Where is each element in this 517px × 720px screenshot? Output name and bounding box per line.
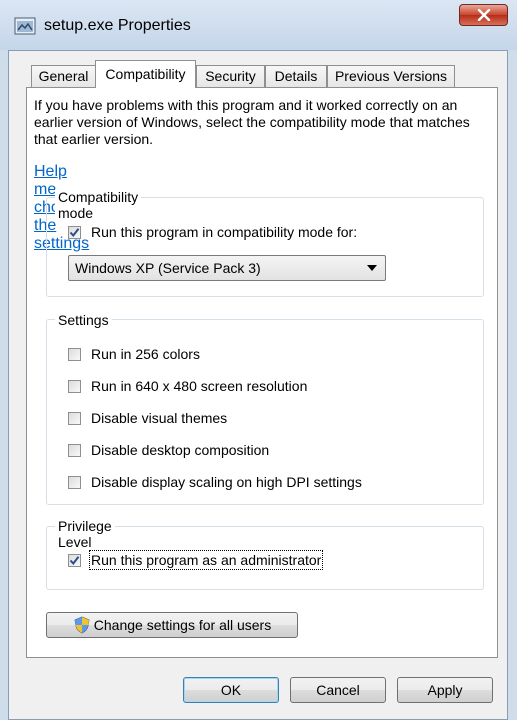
checkmark-icon	[69, 227, 80, 237]
setting-256-colors-checkbox[interactable]	[68, 347, 81, 361]
tab-general[interactable]: General	[31, 65, 96, 87]
setting-640x480-label: Run in 640 x 480 screen resolution	[91, 378, 308, 394]
window-title: setup.exe Properties	[44, 17, 191, 34]
checkmark-icon	[69, 555, 80, 565]
title-bar[interactable]: setup.exe Properties	[0, 0, 517, 50]
close-button[interactable]	[459, 4, 508, 26]
ok-button[interactable]: OK	[183, 677, 279, 703]
compat-mode-checkbox[interactable]	[68, 225, 81, 239]
setting-desktop-composition-checkbox[interactable]	[68, 443, 81, 457]
compat-mode-selected: Windows XP (Service Pack 3)	[75, 260, 261, 276]
run-as-admin-checkbox[interactable]	[68, 553, 81, 567]
settings-legend: Settings	[55, 312, 112, 328]
compat-mode-checkbox-row[interactable]: Run this program in compatibility mode f…	[68, 222, 357, 242]
setting-dpi-scaling-checkbox[interactable]	[68, 475, 81, 489]
compat-mode-dropdown[interactable]: Windows XP (Service Pack 3)	[68, 255, 386, 281]
intro-text: If you have problems with this program a…	[34, 97, 470, 147]
setting-visual-themes-label: Disable visual themes	[91, 410, 228, 426]
run-as-admin-row[interactable]: Run this program as an administrator	[68, 550, 324, 570]
tab-details[interactable]: Details	[265, 65, 327, 87]
tab-compatibility[interactable]: Compatibility	[95, 60, 196, 88]
setting-dpi-scaling-label: Disable display scaling on high DPI sett…	[91, 474, 362, 490]
compatibility-mode-legend: Compatibility mode	[55, 189, 142, 221]
apply-button[interactable]: Apply	[397, 677, 493, 703]
setting-256-colors-label: Run in 256 colors	[91, 346, 200, 362]
close-icon	[477, 9, 490, 21]
tab-security[interactable]: Security	[196, 65, 265, 87]
setting-desktop-composition-row[interactable]: Disable desktop composition	[68, 440, 269, 460]
chevron-down-icon	[367, 265, 377, 271]
application-icon	[14, 17, 36, 35]
setting-640x480-row[interactable]: Run in 640 x 480 screen resolution	[68, 376, 307, 396]
change-settings-all-users-button[interactable]: Change settings for all users	[46, 612, 298, 638]
setting-visual-themes-row[interactable]: Disable visual themes	[68, 408, 227, 428]
uac-shield-icon	[74, 616, 90, 634]
setting-visual-themes-checkbox[interactable]	[68, 411, 81, 425]
privilege-level-legend: Privilege Level	[55, 518, 115, 550]
run-as-admin-label: Run this program as an administrator	[88, 550, 324, 570]
cancel-button[interactable]: Cancel	[290, 677, 386, 703]
setting-640x480-checkbox[interactable]	[68, 379, 81, 393]
setting-256-colors-row[interactable]: Run in 256 colors	[68, 344, 200, 364]
compat-mode-label: Run this program in compatibility mode f…	[91, 224, 358, 240]
properties-dialog: setup.exe Properties General Compatibili…	[0, 0, 517, 720]
tab-previous-versions[interactable]: Previous Versions	[327, 65, 455, 87]
setting-dpi-scaling-row[interactable]: Disable display scaling on high DPI sett…	[68, 472, 362, 492]
setting-desktop-composition-label: Disable desktop composition	[91, 442, 270, 458]
change-settings-all-users-label: Change settings for all users	[93, 617, 272, 633]
